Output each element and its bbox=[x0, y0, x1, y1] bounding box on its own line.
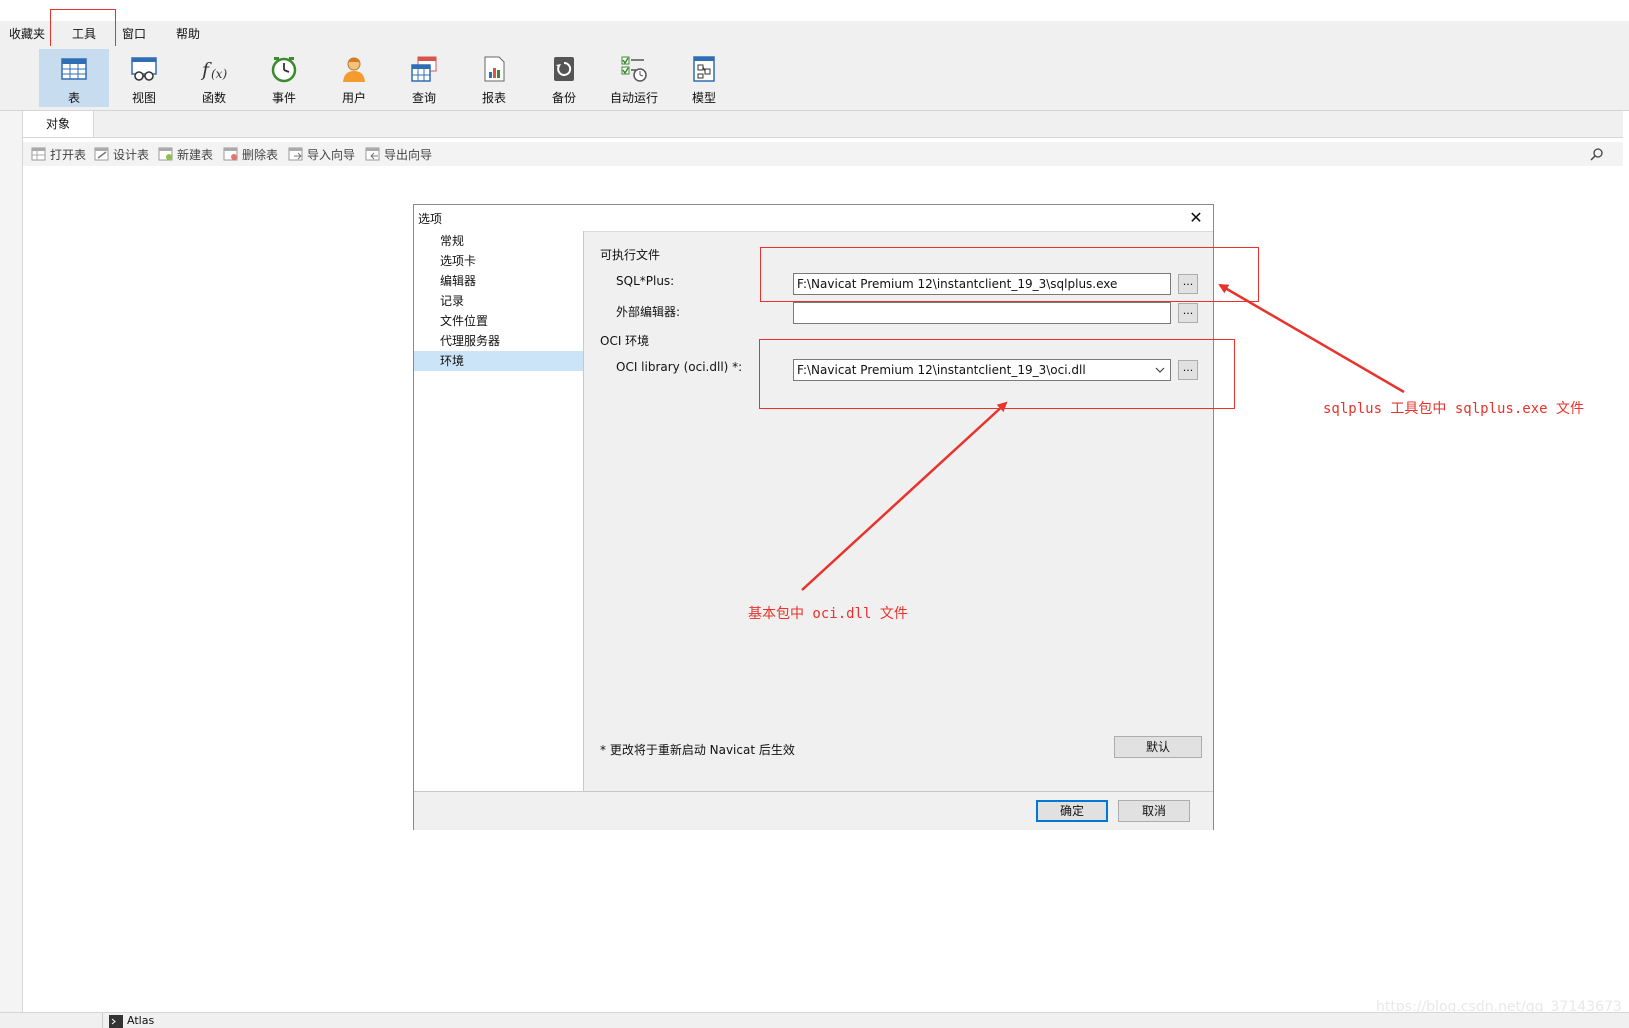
sqlplus-label: SQL*Plus: bbox=[616, 274, 675, 288]
design-table-icon bbox=[94, 147, 109, 161]
search-icon[interactable] bbox=[1590, 147, 1604, 161]
toolbar-query-label: 查询 bbox=[411, 91, 436, 105]
backup-icon bbox=[554, 57, 574, 81]
toolbar-report-button[interactable]: 报表 bbox=[459, 49, 529, 107]
dialog-title: 选项 bbox=[418, 212, 443, 226]
report-icon bbox=[484, 56, 505, 82]
new-table-label: 新建表 bbox=[177, 147, 214, 162]
annotation-box-oci bbox=[759, 339, 1235, 409]
section-executables: 可执行文件 bbox=[600, 248, 661, 262]
menu-window[interactable]: 窗口 bbox=[122, 25, 146, 42]
export-wizard-button[interactable]: 导出向导 bbox=[365, 146, 432, 162]
toolbar-view-label: 视图 bbox=[131, 91, 156, 105]
new-table-button[interactable]: 新建表 bbox=[158, 146, 213, 162]
open-table-icon bbox=[31, 147, 46, 161]
nav-item-tabs[interactable]: 选项卡 bbox=[414, 251, 583, 271]
model-icon bbox=[693, 56, 715, 82]
table-icon bbox=[61, 58, 87, 80]
design-table-label: 设计表 bbox=[113, 147, 150, 162]
ok-button[interactable]: 确定 bbox=[1036, 800, 1108, 822]
external-editor-label: 外部编辑器: bbox=[616, 305, 681, 319]
main-toolbar: 表 视图 f (x) 函数 事件 用户 查询 报表 备份 自动运行 模型 bbox=[0, 46, 1629, 111]
event-clock-icon bbox=[271, 57, 297, 83]
status-connection-label: Atlas bbox=[127, 1014, 155, 1027]
close-icon[interactable]: ✕ bbox=[1185, 207, 1207, 229]
import-wizard-label: 导入向导 bbox=[307, 147, 356, 162]
section-oci-environment: OCI 环境 bbox=[600, 334, 650, 348]
menu-help[interactable]: 帮助 bbox=[176, 25, 200, 42]
default-button[interactable]: 默认 bbox=[1114, 736, 1202, 758]
toolbar-user-label: 用户 bbox=[341, 91, 366, 105]
import-wizard-icon bbox=[288, 147, 303, 161]
nav-item-general[interactable]: 常规 bbox=[414, 231, 583, 251]
import-wizard-button[interactable]: 导入向导 bbox=[288, 146, 355, 162]
function-icon: f (x) bbox=[200, 59, 227, 81]
toolbar-automation-button[interactable]: 自动运行 bbox=[599, 49, 669, 107]
annotation-text-oci: 基本包中 oci.dll 文件 bbox=[748, 606, 908, 622]
nav-item-records[interactable]: 记录 bbox=[414, 291, 583, 311]
design-table-button[interactable]: 设计表 bbox=[94, 146, 149, 162]
external-editor-field[interactable] bbox=[793, 302, 1171, 324]
nav-item-file-location[interactable]: 文件位置 bbox=[414, 311, 583, 331]
export-wizard-icon bbox=[365, 147, 380, 161]
menu-bar: 收藏夹 工具 窗口 帮助 bbox=[0, 21, 1629, 46]
nav-item-editor[interactable]: 编辑器 bbox=[414, 271, 583, 291]
svg-text:(x): (x) bbox=[211, 67, 227, 81]
user-icon bbox=[343, 57, 365, 82]
dialog-footer: 确定 取消 bbox=[414, 791, 1213, 830]
toolbar-backup-button[interactable]: 备份 bbox=[529, 49, 599, 107]
toolbar-view-button[interactable]: 视图 bbox=[109, 49, 179, 107]
open-table-button[interactable]: 打开表 bbox=[31, 146, 86, 162]
toolbar-query-button[interactable]: 查询 bbox=[389, 49, 459, 107]
toolbar-backup-label: 备份 bbox=[551, 91, 576, 105]
toolbar-model-button[interactable]: 模型 bbox=[669, 49, 739, 107]
delete-table-button[interactable]: 删除表 bbox=[223, 146, 278, 162]
restart-note: * 更改将于重新启动 Navicat 后生效 bbox=[600, 743, 795, 757]
toolbar-event-button[interactable]: 事件 bbox=[249, 49, 319, 107]
oci-library-label: OCI library (oci.dll) *: bbox=[616, 360, 743, 374]
view-icon bbox=[131, 57, 157, 81]
menu-favorites[interactable]: 收藏夹 bbox=[9, 25, 45, 42]
dialog-titlebar: 选项 ✕ bbox=[414, 205, 1213, 232]
toolbar-event-label: 事件 bbox=[271, 91, 296, 105]
delete-table-label: 删除表 bbox=[242, 147, 279, 162]
toolbar-table-button[interactable]: 表 bbox=[39, 49, 109, 107]
options-content: 可执行文件 SQL*Plus: F:\Navicat Premium 12\in… bbox=[584, 231, 1213, 791]
nav-item-environment[interactable]: 环境 bbox=[414, 351, 583, 371]
toolbar-automation-label: 自动运行 bbox=[609, 91, 658, 105]
annotation-box-sqlplus bbox=[760, 247, 1259, 302]
automation-icon bbox=[621, 56, 647, 82]
toolbar-model-label: 模型 bbox=[691, 91, 716, 105]
toolbar-table-label: 表 bbox=[67, 91, 80, 105]
status-connection: Atlas bbox=[102, 1013, 154, 1028]
export-wizard-label: 导出向导 bbox=[384, 147, 433, 162]
tab-strip: 对象 bbox=[23, 111, 1623, 138]
object-toolbar: 打开表 设计表 新建表 删除表 导入向导 导出向导 bbox=[23, 142, 1623, 166]
external-editor-browse-button[interactable]: ... bbox=[1178, 303, 1198, 323]
navigation-pane-edge bbox=[0, 111, 23, 1027]
terminal-icon bbox=[109, 1015, 123, 1028]
status-bar: Atlas bbox=[0, 1012, 1629, 1028]
options-nav-list: 常规 选项卡 编辑器 记录 文件位置 代理服务器 环境 bbox=[414, 231, 584, 791]
annotation-text-sqlplus: sqlplus 工具包中 sqlplus.exe 文件 bbox=[1323, 401, 1585, 417]
toolbar-user-button[interactable]: 用户 bbox=[319, 49, 389, 107]
toolbar-function-button[interactable]: f (x) 函数 bbox=[179, 49, 249, 107]
delete-table-icon bbox=[223, 147, 238, 161]
toolbar-function-label: 函数 bbox=[201, 91, 226, 105]
cancel-button[interactable]: 取消 bbox=[1118, 800, 1190, 822]
toolbar-report-label: 报表 bbox=[481, 91, 506, 105]
tab-objects[interactable]: 对象 bbox=[23, 111, 94, 137]
nav-item-proxy[interactable]: 代理服务器 bbox=[414, 331, 583, 351]
new-table-icon bbox=[158, 147, 173, 161]
open-table-label: 打开表 bbox=[50, 147, 87, 162]
query-icon bbox=[411, 56, 437, 82]
